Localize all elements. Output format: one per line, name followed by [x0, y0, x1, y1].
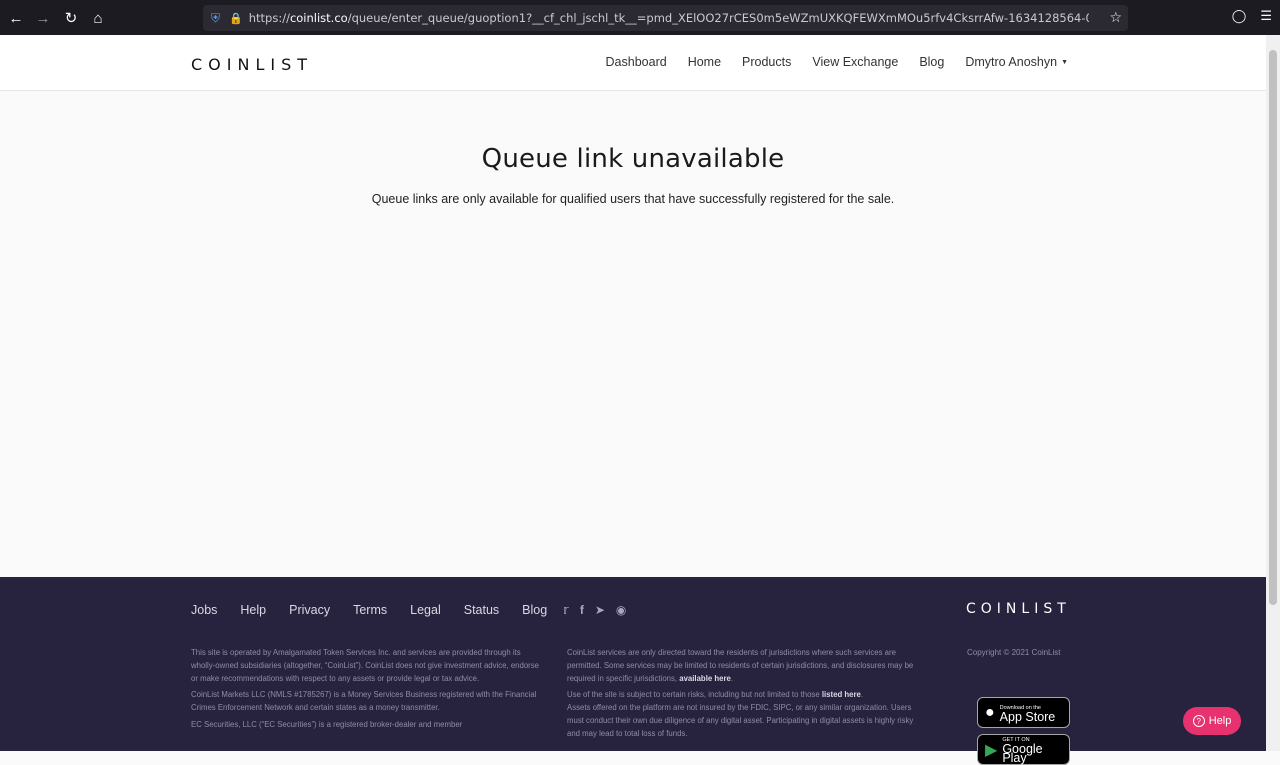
footer-link-status[interactable]: Status	[464, 603, 499, 617]
footer-link-jobs[interactable]: Jobs	[191, 603, 217, 617]
browser-toolbar: ← → ↻ ⌂ ⛨ 🔒 https://coinlist.co/queue/en…	[0, 0, 1280, 35]
footer-disclaimer-right: CoinList services are only directed towa…	[567, 647, 919, 745]
question-icon: ?	[1192, 715, 1205, 727]
disclaimer-paragraph: This site is operated by Amalgamated Tok…	[191, 648, 540, 683]
footer-link-privacy[interactable]: Privacy	[289, 603, 330, 617]
reload-icon[interactable]: ↻	[57, 4, 85, 32]
social-links: 𝕣 f ➤ ◉	[563, 603, 626, 617]
footer-link-blog[interactable]: Blog	[522, 603, 547, 617]
disclaimer-paragraph: EC Securities, LLC (“EC Securities”) is …	[191, 719, 463, 729]
app-store-badge[interactable]: ● Download on the App Store	[977, 697, 1070, 728]
disclaimer-paragraph: Use of the site is subject to certain ri…	[567, 690, 864, 700]
footer-logo[interactable]: COINLIST	[966, 601, 1071, 617]
user-menu[interactable]: Dmytro Anoshyn ▼	[965, 55, 1068, 69]
menu-icon[interactable]: ☰	[1260, 8, 1272, 24]
nav-products[interactable]: Products	[742, 55, 791, 69]
footer-link-legal[interactable]: Legal	[410, 603, 441, 617]
main-content: Queue link unavailable Queue links are o…	[0, 91, 1266, 577]
twitter-icon[interactable]: 𝕣	[563, 603, 569, 617]
disclaimer-paragraph: CoinList Markets LLC (NMLS #1785267) is …	[191, 690, 537, 713]
footer-link-help[interactable]: Help	[240, 603, 266, 617]
nav-view-exchange[interactable]: View Exchange	[812, 55, 898, 69]
forward-icon[interactable]: →	[29, 4, 57, 32]
caret-down-icon: ▼	[1061, 59, 1068, 66]
footer: Jobs Help Privacy Terms Legal Status Blo…	[0, 577, 1266, 765]
top-nav: Dashboard Home Products View Exchange Bl…	[606, 55, 1068, 69]
google-play-icon: ▶	[985, 741, 998, 759]
nav-dashboard[interactable]: Dashboard	[606, 55, 667, 69]
telegram-icon[interactable]: ➤	[595, 603, 605, 617]
help-label: Help	[1208, 715, 1232, 727]
url-text[interactable]: https://coinlist.co/queue/enter_queue/gu…	[249, 11, 1089, 25]
nav-home[interactable]: Home	[688, 55, 721, 69]
pocket-icon[interactable]: ◯	[1232, 8, 1247, 24]
apple-icon: ●	[985, 703, 995, 721]
page-title: Queue link unavailable	[481, 144, 785, 174]
reddit-icon[interactable]: ◉	[616, 603, 626, 617]
page-description: Queue links are only available for quali…	[371, 192, 895, 206]
back-icon[interactable]: ←	[2, 4, 30, 32]
footer-links: Jobs Help Privacy Terms Legal Status Blo…	[191, 603, 547, 617]
footer-link-terms[interactable]: Terms	[353, 603, 387, 617]
home-icon[interactable]: ⌂	[84, 4, 112, 32]
url-bar[interactable]: ⛨ 🔒 https://coinlist.co/queue/enter_queu…	[203, 5, 1128, 31]
facebook-icon[interactable]: f	[580, 603, 584, 617]
shield-icon[interactable]: ⛨	[211, 11, 220, 26]
coinlist-logo[interactable]: COINLIST	[191, 55, 313, 74]
help-button[interactable]: ? Help	[1183, 707, 1241, 735]
copyright: Copyright © 2021 CoinList	[967, 648, 1061, 657]
disclaimer-paragraph: CoinList services are only directed towa…	[567, 648, 914, 683]
available-here-link[interactable]: available here	[679, 674, 731, 683]
site-header: COINLIST Dashboard Home Products View Ex…	[0, 35, 1266, 91]
scrollbar-thumb[interactable]	[1269, 50, 1277, 605]
footer-disclaimer-left: This site is operated by Amalgamated Tok…	[191, 647, 543, 736]
bookmark-star-icon[interactable]: ☆	[1109, 9, 1122, 26]
nav-blog[interactable]: Blog	[919, 55, 944, 69]
user-name: Dmytro Anoshyn	[965, 55, 1058, 69]
disclaimer-paragraph: Assets offered on the platform are not i…	[567, 703, 914, 738]
google-play-badge[interactable]: ▶ GET IT ON Google Play	[977, 734, 1070, 765]
lock-icon[interactable]: 🔒	[229, 12, 243, 25]
listed-here-link[interactable]: listed here	[822, 690, 861, 699]
